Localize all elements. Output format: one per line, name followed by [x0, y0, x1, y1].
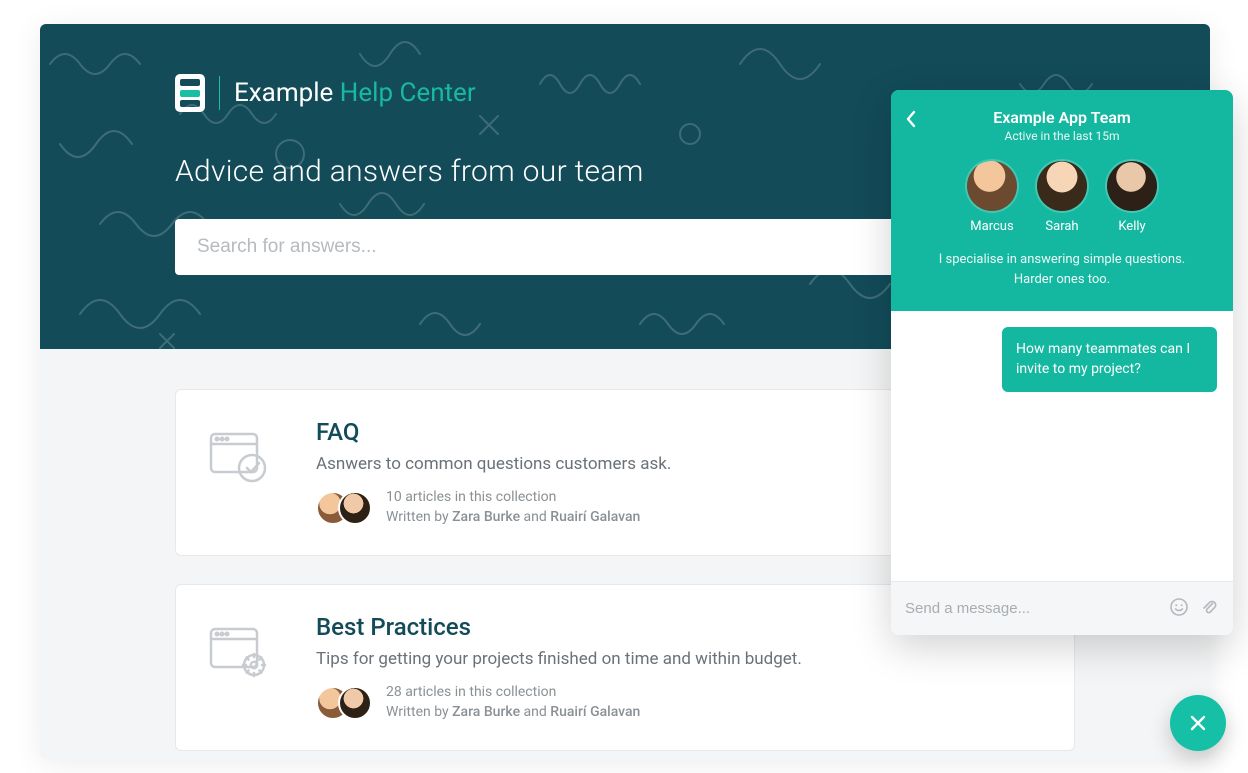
byline-author: Ruairí Galavan	[550, 509, 640, 525]
byline-author: Zara Burke	[452, 704, 520, 720]
byline-author: Zara Burke	[452, 509, 520, 525]
chat-header: Example App Team Active in the last 15m …	[891, 90, 1233, 311]
chevron-left-icon	[905, 110, 917, 128]
byline-prefix: Written by	[386, 704, 452, 720]
meta-text: 10 articles in this collection Written b…	[386, 488, 640, 527]
emoji-button[interactable]	[1169, 597, 1189, 621]
avatar	[1107, 161, 1157, 211]
byline: Written by Zara Burke and Ruairí Galavan	[386, 703, 640, 723]
member-name: Sarah	[1045, 219, 1078, 234]
meta-text: 28 articles in this collection Written b…	[386, 683, 640, 722]
team-member[interactable]: Sarah	[1037, 161, 1087, 234]
brand-logo-icon	[175, 74, 205, 112]
chat-close-fab[interactable]	[1170, 695, 1226, 751]
member-name: Marcus	[970, 219, 1013, 234]
avatar	[338, 491, 372, 525]
brand-section: Help Center	[340, 78, 476, 108]
article-count: 28 articles in this collection	[386, 683, 640, 703]
byline-mid: and	[520, 704, 550, 720]
member-name: Kelly	[1118, 219, 1145, 234]
byline: Written by Zara Burke and Ruairí Galavan	[386, 508, 640, 528]
chat-title: Example App Team	[907, 108, 1217, 127]
avatar	[338, 686, 372, 720]
article-count: 10 articles in this collection	[386, 488, 640, 508]
brand-title: Example Help Center	[234, 78, 476, 108]
avatar	[1037, 161, 1087, 211]
team-member[interactable]: Marcus	[967, 161, 1017, 234]
card-meta: 28 articles in this collection Written b…	[316, 683, 1042, 722]
chat-widget: Example App Team Active in the last 15m …	[891, 90, 1233, 635]
chat-subtitle: Active in the last 15m	[907, 129, 1217, 143]
brand-divider	[219, 76, 220, 110]
chat-message-input[interactable]	[905, 600, 1159, 617]
card-desc: Tips for getting your projects finished …	[316, 649, 1042, 669]
chat-input-bar	[891, 581, 1233, 635]
author-avatars	[316, 686, 372, 720]
team-member[interactable]: Kelly	[1107, 161, 1157, 234]
close-icon	[1187, 712, 1209, 734]
author-avatars	[316, 491, 372, 525]
byline-author: Ruairí Galavan	[550, 704, 640, 720]
byline-prefix: Written by	[386, 509, 452, 525]
chat-message-outgoing: How many teammates can I invite to my pr…	[1002, 327, 1217, 392]
attach-button[interactable]	[1199, 597, 1219, 621]
byline-mid: and	[520, 509, 550, 525]
team-row: Marcus Sarah Kelly	[907, 161, 1217, 234]
avatar	[967, 161, 1017, 211]
smile-icon	[1169, 597, 1189, 617]
brand-name: Example	[234, 78, 333, 108]
chat-body[interactable]: How many teammates can I invite to my pr…	[891, 311, 1233, 581]
paperclip-icon	[1199, 597, 1219, 617]
faq-icon	[208, 428, 272, 484]
best-practices-icon	[208, 623, 272, 679]
chat-blurb: I specialise in answering simple questio…	[907, 250, 1217, 289]
